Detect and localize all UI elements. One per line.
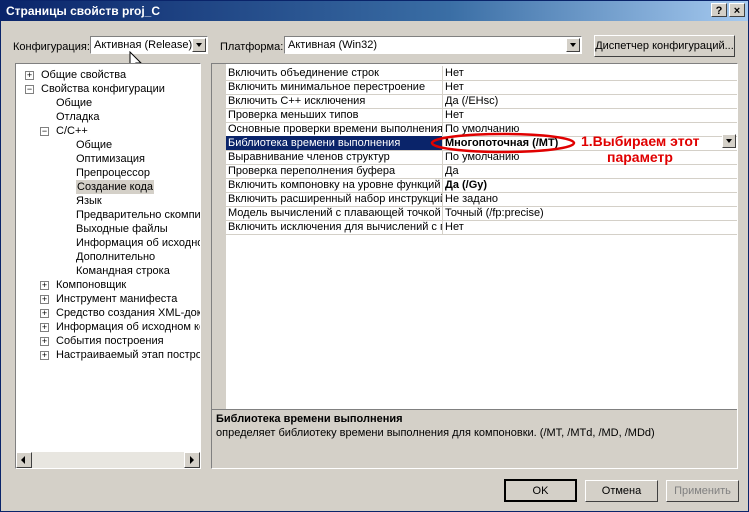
property-value[interactable]: Не задано — [443, 192, 725, 206]
tree-item[interactable]: Выходные файлы — [76, 222, 168, 236]
property-value[interactable]: Точный (/fp:precise) — [443, 206, 725, 220]
chevron-down-icon[interactable] — [566, 38, 580, 52]
config-manager-button[interactable]: Диспетчер конфигураций... — [594, 35, 735, 57]
expand-icon[interactable]: + — [40, 337, 49, 346]
tree-item[interactable]: Инструмент манифеста — [56, 292, 177, 306]
help-button[interactable]: ? — [711, 3, 727, 17]
property-row[interactable]: Проверка переполнения буфера Да — [226, 164, 737, 179]
tree-item[interactable]: Создание кода — [76, 180, 155, 194]
tree-item[interactable]: Средство создания XML-докумен — [56, 306, 200, 320]
tree-item[interactable]: Оптимизация — [76, 152, 145, 166]
property-name: Библиотека времени выполнения — [226, 136, 443, 150]
property-row[interactable]: Включить C++ исключения Да (/EHsc) — [226, 94, 737, 109]
expand-icon[interactable]: + — [40, 351, 49, 360]
property-name: Проверка переполнения буфера — [226, 164, 443, 178]
property-name: Включить C++ исключения — [226, 94, 443, 108]
annotation-line2: параметр — [607, 149, 673, 165]
tree-item[interactable]: Командная строка — [76, 264, 170, 278]
tree-item[interactable]: Предварительно скомпилир — [76, 208, 200, 222]
property-grid[interactable]: Включить объединение строк Нет Включить ми… — [211, 63, 738, 469]
property-value[interactable]: Нет — [443, 80, 725, 94]
apply-button[interactable]: Применить — [666, 480, 739, 502]
config-combo[interactable]: Активная (Release) — [90, 36, 208, 54]
cancel-button[interactable]: Отмена — [585, 480, 658, 502]
collapse-icon[interactable]: − — [25, 85, 34, 94]
expand-icon[interactable]: + — [40, 323, 49, 332]
platform-combo[interactable]: Активная (Win32) — [284, 36, 582, 54]
tree-item[interactable]: Информация об исходном коде — [56, 320, 200, 334]
property-name: Включить исключения для вычислений с пла… — [226, 220, 443, 234]
tree-item[interactable]: Отладка — [56, 110, 99, 124]
property-value[interactable]: Да (/Gy) — [443, 178, 725, 192]
annotation-ellipse — [430, 132, 576, 154]
annotation-line1: 1.Выбираем этот — [581, 133, 700, 149]
property-name: Выравнивание членов структур — [226, 150, 443, 164]
title-bar[interactable]: Страницы свойств proj_C ? × — [1, 1, 748, 21]
tree-item[interactable]: Информация об исходном к — [76, 236, 200, 250]
tree-item[interactable]: Дополнительно — [76, 250, 155, 264]
tree-item[interactable]: События построения — [56, 334, 164, 348]
tree-item[interactable]: Общие — [76, 138, 112, 152]
config-label: Конфигурация: — [13, 41, 90, 53]
expand-icon[interactable]: + — [40, 295, 49, 304]
property-row[interactable]: Включить минимальное перестроение Нет — [226, 80, 737, 95]
property-name: Включить компоновку на уровне функций — [226, 178, 443, 192]
property-pages-window: Страницы свойств proj_C ? × Конфигурация… — [0, 0, 749, 512]
tree-horizontal-scrollbar[interactable] — [16, 452, 200, 468]
expand-icon[interactable]: + — [25, 71, 34, 80]
property-value[interactable]: Нет — [443, 108, 725, 122]
chevron-down-icon[interactable] — [192, 38, 206, 52]
property-value[interactable]: Нет — [443, 220, 725, 234]
tree-item[interactable]: Компоновщик — [56, 278, 126, 292]
tree-item[interactable]: Общие свойства — [41, 68, 126, 82]
property-row[interactable]: Включить расширенный набор инструкций Не … — [226, 192, 737, 207]
property-name: Включить объединение строк — [226, 66, 443, 80]
config-value: Активная (Release) — [94, 39, 193, 51]
description-title: Библиотека времени выполнения — [216, 413, 403, 425]
tree-item[interactable]: C/C++ — [56, 124, 88, 138]
property-name: Включить минимальное перестроение — [226, 80, 443, 94]
platform-label: Платформа: — [220, 41, 284, 53]
description-panel: Библиотека времени выполнения определяет… — [212, 410, 737, 468]
close-button[interactable]: × — [729, 3, 745, 17]
expand-icon[interactable]: + — [40, 309, 49, 318]
window-title: Страницы свойств proj_C — [6, 4, 160, 18]
property-name: Модель вычислений с плавающей точкой — [226, 206, 443, 220]
scroll-right-button[interactable] — [184, 452, 200, 468]
ok-button[interactable]: OK — [504, 479, 577, 502]
tree-item[interactable]: Препроцессор — [76, 166, 150, 180]
property-row[interactable]: Включить компоновку на уровне функций Да … — [226, 178, 737, 193]
collapse-icon[interactable]: − — [40, 127, 49, 136]
property-value[interactable]: Да (/EHsc) — [443, 94, 725, 108]
property-row[interactable]: Проверка меньших типов Нет — [226, 108, 737, 123]
tree-item[interactable]: Настраиваемый этап построени — [56, 348, 200, 362]
tree-item[interactable]: Язык — [76, 194, 102, 208]
scroll-left-button[interactable] — [16, 452, 32, 468]
property-value[interactable]: Да — [443, 164, 725, 178]
grid-gutter — [212, 64, 226, 409]
property-name: Включить расширенный набор инструкций — [228, 192, 443, 206]
property-row[interactable]: Модель вычислений с плавающей точкой Точн… — [226, 206, 737, 221]
platform-value: Активная (Win32) — [288, 39, 378, 51]
property-name: Основные проверки времени выполнения — [228, 122, 443, 136]
chevron-down-icon[interactable] — [722, 134, 736, 148]
expand-icon[interactable]: + — [40, 281, 49, 290]
property-row[interactable]: Включить объединение строк Нет — [226, 66, 737, 81]
description-text: определяет библиотеку времени выполнения… — [216, 427, 655, 439]
property-name: Проверка меньших типов — [226, 108, 443, 122]
tree-item[interactable]: Свойства конфигурации — [41, 82, 165, 96]
tree-item[interactable]: Общие — [56, 96, 92, 110]
property-row[interactable]: Включить исключения для вычислений с пла… — [226, 220, 737, 235]
property-value[interactable]: Нет — [443, 66, 725, 80]
settings-tree[interactable]: + Общие свойства − Свойства конфигурации Общ… — [15, 63, 201, 469]
